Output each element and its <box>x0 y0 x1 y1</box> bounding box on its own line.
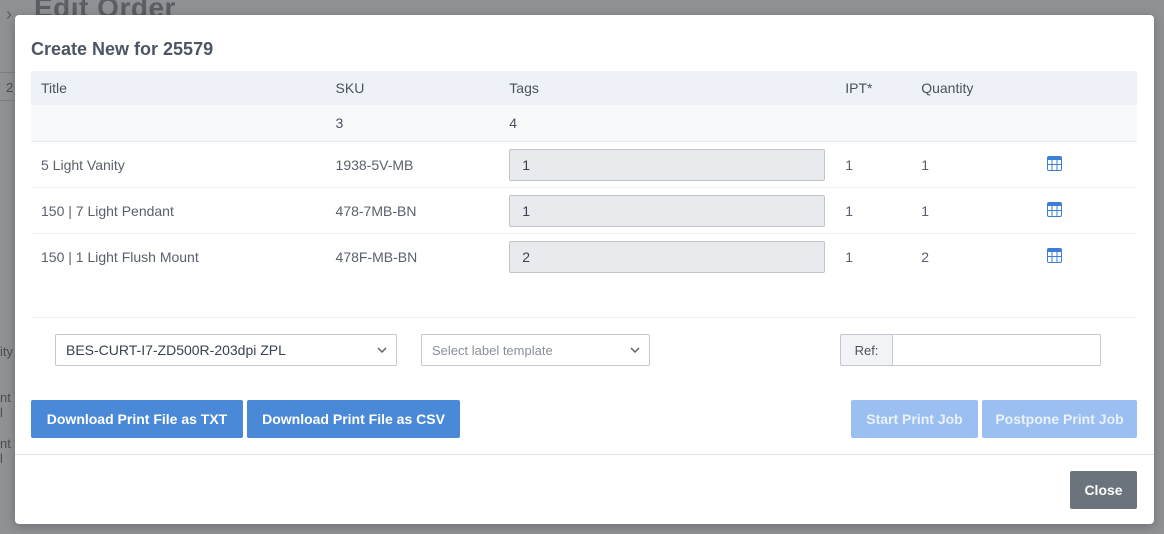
row-ipt: 1 <box>835 187 912 234</box>
ref-input-group: Ref: <box>840 334 1101 366</box>
row-tags-cell: 2 <box>499 234 835 280</box>
start-print-job-button[interactable]: Start Print Job <box>851 400 978 438</box>
label-template-select[interactable]: Select label template <box>421 334 650 366</box>
row-sku: 1938-5V-MB <box>325 141 500 188</box>
table-header-row: Title SKU Tags IPT* Quantity <box>31 71 1137 105</box>
summary-tags-count: 4 <box>499 105 836 142</box>
tags-input[interactable]: 2 <box>509 240 826 273</box>
column-header-title: Title <box>31 71 326 105</box>
tags-input[interactable]: 1 <box>509 194 826 227</box>
column-header-actions <box>1037 71 1137 105</box>
background-row-snippet: nt l <box>0 436 11 466</box>
row-ipt: 1 <box>845 248 854 265</box>
table-grid-icon[interactable] <box>1047 201 1063 217</box>
row-ipt: 1 <box>835 141 912 188</box>
background-divider <box>0 72 16 73</box>
download-txt-button[interactable]: Download Print File as TXT <box>31 400 243 438</box>
column-header-quantity: Quantity <box>911 71 1038 105</box>
background-divider <box>0 100 16 101</box>
row-sku: 478-7MB-BN <box>325 187 500 234</box>
row-actions <box>1037 234 1137 280</box>
table-row: 150 | 1 Light Flush Mount 478F-MB-BN 2 1… <box>31 234 1137 280</box>
table-row: 150 | 7 Light Pendant 478-7MB-BN 1 1 1 <box>31 187 1137 234</box>
chevron-down-icon <box>377 347 387 354</box>
ref-label: Ref: <box>840 334 893 366</box>
postpone-print-job-button[interactable]: Postpone Print Job <box>982 400 1137 438</box>
row-tags-cell: 1 <box>499 141 836 188</box>
column-header-sku: SKU <box>325 71 500 105</box>
summary-actions-cell <box>1037 105 1137 142</box>
printer-select-value: BES-CURT-I7-ZD500R-203dpi ZPL <box>66 342 286 358</box>
table-row: 5 Light Vanity 1938-5V-MB 1 1 1 <box>31 141 1137 188</box>
download-csv-button[interactable]: Download Print File as CSV <box>247 400 460 438</box>
ref-input[interactable] <box>893 334 1101 366</box>
column-header-tags: Tags <box>499 71 836 105</box>
create-print-job-modal: Create New for 25579 Title SKU Tags IPT*… <box>15 15 1154 524</box>
summary-title-cell <box>31 105 326 142</box>
background-row-snippet: nt l <box>0 390 11 420</box>
row-tags-cell: 1 <box>499 187 836 234</box>
summary-ipt-cell <box>835 105 912 142</box>
table-grid-icon[interactable] <box>1047 155 1063 171</box>
back-chevron-icon: › <box>6 4 12 24</box>
chevron-down-icon <box>630 347 640 354</box>
table-grid-icon[interactable] <box>1047 247 1063 263</box>
close-button[interactable]: Close <box>1070 471 1137 509</box>
items-table: Title SKU Tags IPT* Quantity 3 4 5 Light… <box>31 71 1137 279</box>
row-title: 150 | 7 Light Pendant <box>31 187 326 234</box>
row-actions <box>1037 187 1137 234</box>
tags-input[interactable]: 1 <box>509 148 826 181</box>
row-title: 5 Light Vanity <box>31 141 326 188</box>
summary-quantity-cell <box>911 105 1038 142</box>
modal-title: Create New for 25579 <box>31 39 214 59</box>
summary-row: 3 4 <box>31 105 1137 142</box>
background-row-snippet: ity <box>0 344 13 359</box>
label-template-placeholder: Select label template <box>432 342 553 358</box>
summary-sku-count: 3 <box>325 105 500 142</box>
section-divider <box>31 317 1137 318</box>
row-quantity: 2 <box>921 248 930 265</box>
row-quantity: 1 <box>911 141 1038 188</box>
row-sku: 478F-MB-BN <box>335 248 418 265</box>
column-header-ipt: IPT* <box>835 71 912 105</box>
printer-select[interactable]: BES-CURT-I7-ZD500R-203dpi ZPL <box>55 334 397 366</box>
row-actions <box>1037 141 1137 188</box>
row-title: 150 | 1 Light Flush Mount <box>41 248 199 265</box>
row-quantity: 1 <box>911 187 1038 234</box>
footer-divider <box>15 454 1154 455</box>
